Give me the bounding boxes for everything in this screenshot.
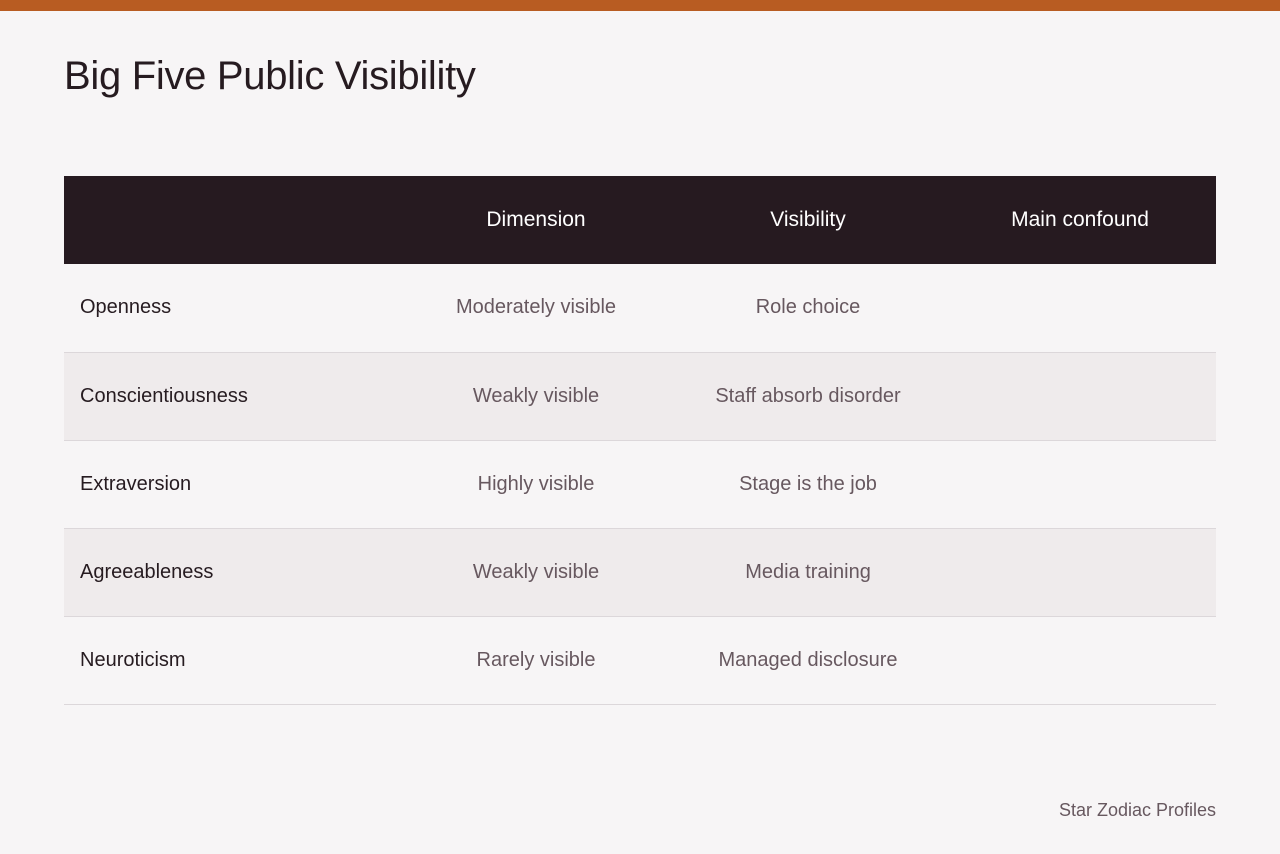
column-header-visibility: Visibility: [770, 208, 846, 231]
table-row: Openness Moderately visible Role choice: [64, 264, 1216, 352]
trait-cell: Neuroticism: [80, 648, 186, 671]
table-header: Dimension Visibility Main confound: [64, 176, 1216, 264]
table-row: Neuroticism Rarely visible Managed discl…: [64, 616, 1216, 704]
table-header-row: Dimension Visibility Main confound: [64, 176, 1216, 264]
visibility-cell: Managed disclosure: [718, 648, 898, 671]
column-header-trait: [64, 176, 400, 264]
confound-cell: [944, 616, 1216, 704]
confound-cell: [944, 528, 1216, 616]
trait-cell: Conscientiousness: [80, 384, 248, 407]
page-title: Big Five Public Visibility: [64, 54, 476, 98]
visibility-cell: Stage is the job: [739, 472, 877, 495]
trait-cell: Agreeableness: [80, 560, 214, 583]
column-header-dimension: Dimension: [486, 208, 586, 231]
visibility-cell: Media training: [745, 560, 871, 583]
trait-cell: Openness: [80, 296, 172, 319]
dimension-cell: Highly visible: [477, 472, 595, 495]
visibility-cell: Role choice: [755, 296, 861, 319]
confound-cell: [944, 440, 1216, 528]
confound-cell: [944, 352, 1216, 440]
visibility-table: Dimension Visibility Main confound Openn…: [64, 176, 1216, 705]
dimension-cell: Moderately visible: [455, 296, 617, 319]
dimension-cell: Weakly visible: [472, 560, 600, 583]
confound-cell: [944, 264, 1216, 352]
dimension-cell: Weakly visible: [472, 384, 600, 407]
table-body: Openness Moderately visible Role choice …: [64, 264, 1216, 704]
trait-cell: Extraversion: [80, 472, 192, 495]
column-header-main-confound: Main confound: [1011, 208, 1149, 231]
visibility-cell: Staff absorb disorder: [715, 384, 901, 407]
dimension-cell: Rarely visible: [476, 648, 596, 671]
footer-credit: Star Zodiac Profiles: [1058, 800, 1216, 820]
table-row: Extraversion Highly visible Stage is the…: [64, 440, 1216, 528]
table-row: Conscientiousness Weakly visible Staff a…: [64, 352, 1216, 440]
table-row: Agreeableness Weakly visible Media train…: [64, 528, 1216, 616]
visibility-table-container: Dimension Visibility Main confound Openn…: [64, 176, 1216, 705]
top-accent-bar: [0, 0, 1280, 11]
